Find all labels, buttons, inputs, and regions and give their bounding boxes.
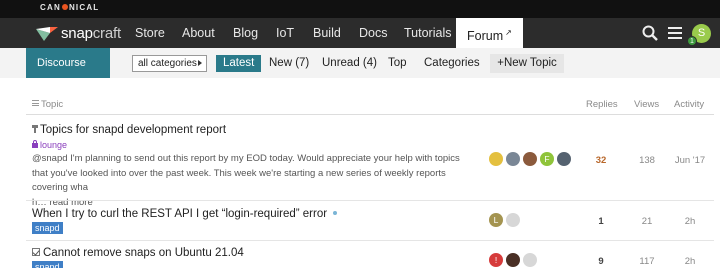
topic-excerpt: @snapd I'm planning to send out this rep…: [32, 152, 477, 210]
nav-build[interactable]: Build: [313, 18, 341, 48]
unread-dot-icon: [333, 211, 338, 215]
category-badge-label: lounge: [40, 140, 68, 150]
snapcraft-wordmark: snapcraft: [61, 25, 121, 42]
column-topic[interactable]: Topic: [32, 99, 63, 110]
check-icon: [32, 248, 40, 256]
external-link-icon: ↗: [505, 28, 512, 37]
nav-iot[interactable]: IoT: [276, 18, 294, 48]
discourse-label[interactable]: Discourse: [26, 48, 110, 78]
category-badge[interactable]: snapd: [32, 222, 63, 234]
canonical-logo-left: CAN: [40, 3, 61, 12]
logo-text-b: craft: [92, 24, 121, 42]
read-more-link[interactable]: read more: [49, 197, 92, 208]
notification-badge[interactable]: 1: [687, 36, 697, 46]
topic-title[interactable]: Cannot remove snaps on Ubuntu 21.04: [32, 247, 244, 259]
row-divider: [26, 240, 714, 241]
nav-blog[interactable]: Blog: [233, 18, 258, 48]
avatar[interactable]: !: [489, 253, 503, 267]
topic-title-text: Cannot remove snaps on Ubuntu 21.04: [43, 247, 244, 259]
header-divider: [26, 114, 714, 115]
row-divider: [26, 200, 714, 201]
topic-title-text: When I try to curl the REST API I get “l…: [32, 208, 328, 220]
main-nav: snapcraft Store About Blog IoT Build Doc…: [0, 18, 720, 48]
category-badge[interactable]: lounge: [32, 139, 67, 151]
new-topic-button[interactable]: +New Topic: [490, 54, 564, 73]
column-views[interactable]: Views: [634, 99, 659, 110]
plus-icon: +: [497, 57, 504, 69]
column-activity[interactable]: Activity: [674, 99, 704, 110]
avatar[interactable]: [489, 152, 503, 166]
view-count: 117: [639, 256, 655, 267]
snapcraft-bird-icon: [36, 27, 58, 41]
nav-store[interactable]: Store: [135, 18, 165, 48]
excerpt-tail: h…: [32, 196, 47, 208]
burger-line: [668, 37, 682, 39]
activity-time[interactable]: 2h: [670, 216, 710, 227]
topic-title-text: Topics for snapd development report: [40, 124, 227, 136]
hamburger-icon[interactable]: [668, 27, 682, 39]
discourse-subbar: Discourse all categories Latest New (7) …: [0, 48, 720, 78]
category-select-value: all categories: [138, 58, 197, 69]
search-icon[interactable]: [642, 25, 658, 41]
canonical-logo-right: NICAL: [68, 3, 100, 12]
canonical-dot-icon: [61, 4, 68, 10]
nav-docs[interactable]: Docs: [359, 18, 387, 48]
burger-line: [668, 32, 682, 34]
category-badge[interactable]: snapd: [32, 261, 63, 268]
canonical-logo[interactable]: CAN NICAL: [40, 3, 99, 12]
canonical-bar: CAN NICAL: [0, 0, 720, 18]
column-replies[interactable]: Replies: [586, 99, 618, 110]
pin-icon: [32, 125, 38, 133]
reply-count[interactable]: 9: [581, 256, 621, 267]
logo-text-a: snap: [61, 24, 93, 42]
caret-right-icon: [198, 60, 202, 66]
nav-about[interactable]: About: [182, 18, 215, 48]
category-select[interactable]: all categories: [132, 55, 207, 72]
list-icon: [32, 100, 39, 106]
avatar[interactable]: [557, 152, 571, 166]
activity-time[interactable]: 2h: [670, 256, 710, 267]
topic-title[interactable]: Topics for snapd development report: [32, 124, 226, 136]
reply-count[interactable]: 32: [581, 155, 621, 166]
view-count: 138: [639, 155, 655, 166]
excerpt-text: @snapd I'm planning to send out this rep…: [32, 153, 460, 193]
snapcraft-logo[interactable]: snapcraft: [36, 24, 121, 42]
view-count: 21: [641, 216, 653, 227]
activity-time[interactable]: Jun '17: [670, 155, 710, 166]
avatar[interactable]: L: [489, 213, 503, 227]
topic-title[interactable]: When I try to curl the REST API I get “l…: [32, 208, 338, 220]
avatar[interactable]: [506, 253, 520, 267]
avatar[interactable]: F: [540, 152, 554, 166]
tab-categories[interactable]: Categories: [424, 55, 480, 72]
tab-latest[interactable]: Latest: [216, 55, 262, 72]
nav-forum-label: Forum: [467, 29, 504, 43]
avatar[interactable]: [506, 213, 520, 227]
nav-tutorials[interactable]: Tutorials: [404, 18, 451, 48]
avatar[interactable]: [523, 253, 537, 267]
avatar[interactable]: [523, 152, 537, 166]
lock-icon: [32, 140, 38, 148]
reply-count[interactable]: 1: [581, 216, 621, 227]
tab-new[interactable]: New (7): [269, 55, 309, 72]
tab-unread[interactable]: Unread (4): [322, 55, 377, 72]
nav-forum[interactable]: Forum ↗: [456, 18, 523, 48]
column-topic-label: Topic: [41, 99, 64, 110]
new-topic-label: New Topic: [503, 57, 557, 69]
burger-line: [668, 27, 682, 29]
avatar[interactable]: [506, 152, 520, 166]
tab-top[interactable]: Top: [388, 55, 407, 72]
